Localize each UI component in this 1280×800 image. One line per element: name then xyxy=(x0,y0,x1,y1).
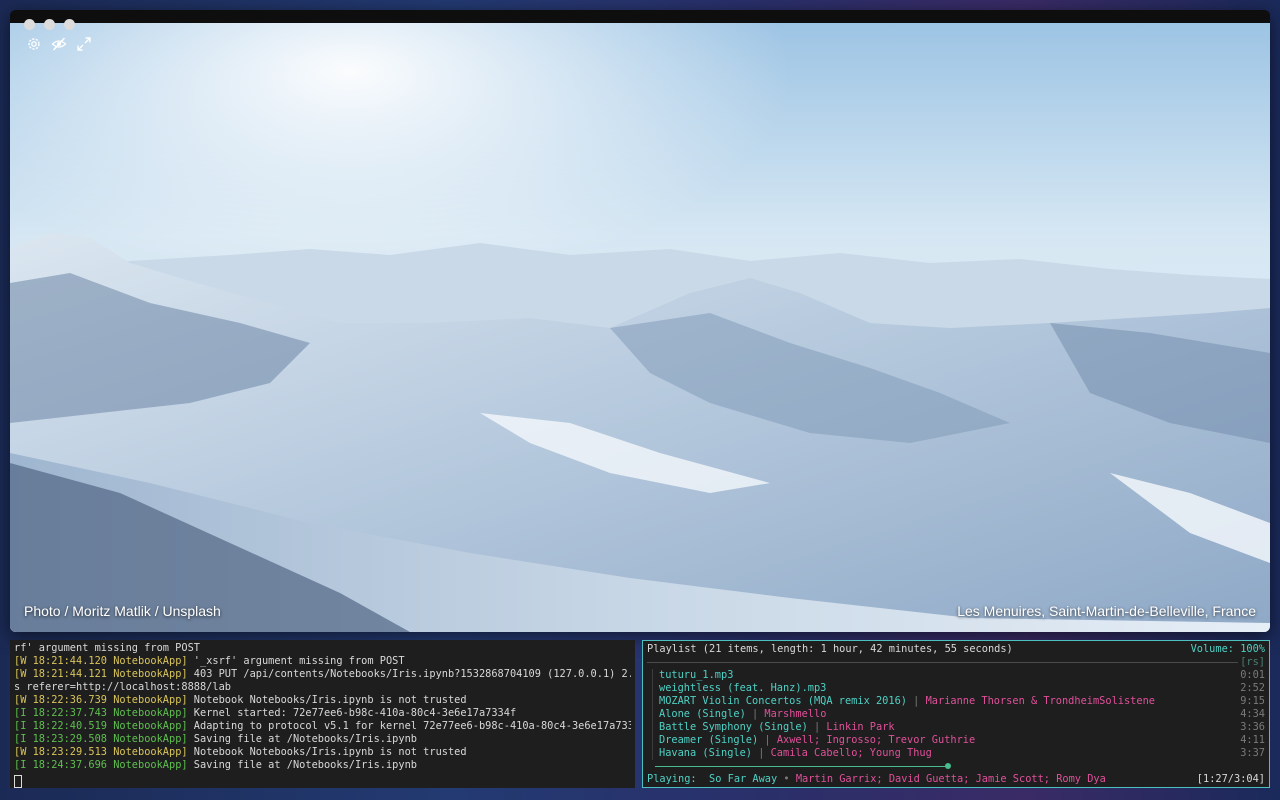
log-line: rf' argument missing from POST xyxy=(14,642,631,655)
track-artist: Linkin Park xyxy=(826,721,895,733)
track-title: Alone (Single) xyxy=(659,708,746,720)
log-message: 403 PUT /api/contents/Notebooks/Iris.ipy… xyxy=(187,668,631,680)
progress-handle[interactable] xyxy=(944,763,951,769)
wallpaper-window: Photo / Moritz Matlik / Unsplash Les Men… xyxy=(10,10,1270,632)
volume-indicator[interactable]: Volume: 100% xyxy=(1191,643,1265,656)
log-level-timestamp: [W 18:22:36.739 xyxy=(14,694,107,706)
terminal-cursor xyxy=(14,772,631,788)
log-message: Saving file at /Notebooks/Iris.ipynb xyxy=(187,733,417,745)
log-level-timestamp: [I 18:22:40.519 xyxy=(14,720,107,732)
log-line: [I 18:24:37.696 NotebookApp] Saving file… xyxy=(14,759,631,772)
playlist-track[interactable]: Alone (Single) | Marshmello 4:34 xyxy=(647,708,1265,721)
playlist-summary: Playlist (21 items, length: 1 hour, 42 m… xyxy=(647,643,1013,655)
log-level-timestamp: [W 18:21:44.120 xyxy=(14,655,107,667)
playlist-header: Playlist (21 items, length: 1 hour, 42 m… xyxy=(647,643,1265,656)
track-duration: 3:37 xyxy=(1240,747,1265,759)
track-duration: 4:34 xyxy=(1240,708,1265,720)
log-output: rf' argument missing from POST [W 18:21:4… xyxy=(14,642,631,772)
expand-icon[interactable] xyxy=(76,36,92,52)
track-title: Battle Symphony (Single) xyxy=(659,721,808,733)
log-line: [W 18:21:44.121 NotebookApp] 403 PUT /ap… xyxy=(14,668,631,681)
gear-icon[interactable] xyxy=(26,36,42,52)
photo-location[interactable]: Les Menuires, Saint-Martin-de-Belleville… xyxy=(957,603,1256,619)
log-message: rf' argument missing from POST xyxy=(14,642,200,654)
music-player-terminal[interactable]: Playlist (21 items, length: 1 hour, 42 m… xyxy=(642,640,1270,788)
jupyter-log-terminal[interactable]: rf' argument missing from POST [W 18:21:4… xyxy=(10,640,635,788)
log-app-name: NotebookApp] xyxy=(107,694,188,706)
playlist-track[interactable]: Dreamer (Single) | Axwell; Ingrosso; Tre… xyxy=(647,734,1265,747)
log-message: Notebook Notebooks/Iris.ipynb is not tru… xyxy=(187,694,467,706)
log-message: '_xsrf' argument missing from POST xyxy=(187,655,405,667)
log-message: Saving file at /Notebooks/Iris.ipynb xyxy=(187,759,417,771)
log-level-timestamp: [W 18:23:29.513 xyxy=(14,746,107,758)
track-title: Havana (Single) xyxy=(659,747,752,759)
track-duration: 9:15 xyxy=(1240,695,1265,707)
log-app-name: NotebookApp] xyxy=(107,720,188,732)
track-title: weightless (feat. Hanz).mp3 xyxy=(659,682,827,694)
playlist-track[interactable]: Havana (Single) | Camila Cabello; Young … xyxy=(647,747,1265,760)
track-artist: Marshmello xyxy=(764,708,827,720)
log-level-timestamp: [I 18:24:37.696 xyxy=(14,759,107,771)
log-line: [I 18:23:29.508 NotebookApp] Saving file… xyxy=(14,733,631,746)
window-close-button[interactable] xyxy=(24,19,35,30)
track-title: MOZART Violin Concertos (MQA remix 2016) xyxy=(659,695,907,707)
playlist-track[interactable]: Battle Symphony (Single) | Linkin Park 3:… xyxy=(647,721,1265,734)
header-divider: [rs] xyxy=(647,656,1265,669)
track-artist: Camila Cabello; Young Thug xyxy=(770,747,932,759)
log-app-name: NotebookApp] xyxy=(107,655,188,667)
track-duration: 0:01 xyxy=(1240,669,1265,681)
elapsed-time: [1:27/3:04] xyxy=(1196,773,1265,785)
log-app-name: NotebookApp] xyxy=(107,707,188,719)
track-duration: 4:11 xyxy=(1240,734,1265,746)
log-line: s referer=http://localhost:8888/lab xyxy=(14,681,631,694)
log-line: [W 18:21:44.120 NotebookApp] '_xsrf' arg… xyxy=(14,655,631,668)
log-message: Notebook Notebooks/Iris.ipynb is not tru… xyxy=(187,746,467,758)
now-playing-label: Playing: xyxy=(647,773,697,785)
playlist-track[interactable]: MOZART Violin Concertos (MQA remix 2016)… xyxy=(647,695,1265,708)
log-message: s referer=http://localhost:8888/lab xyxy=(14,681,231,693)
photo-credit[interactable]: Photo / Moritz Matlik / Unsplash xyxy=(24,603,221,619)
progress-bar[interactable] xyxy=(655,760,1265,773)
log-app-name: NotebookApp] xyxy=(107,668,188,680)
window-titlebar[interactable] xyxy=(10,10,1270,23)
track-duration: 2:52 xyxy=(1240,682,1265,694)
now-playing: Playing: So Far Away • Martin Garrix; Da… xyxy=(647,773,1265,785)
window-zoom-button[interactable] xyxy=(64,19,75,30)
playlist-track[interactable]: tuturu_1.mp3 0:01 xyxy=(647,669,1265,682)
track-artist: Marianne Thorsen & TrondheimSolistene xyxy=(925,695,1155,707)
log-level-timestamp: [W 18:21:44.121 xyxy=(14,668,107,680)
log-app-name: NotebookApp] xyxy=(107,746,188,758)
track-duration: 3:36 xyxy=(1240,721,1265,733)
log-level-timestamp: [I 18:22:37.743 xyxy=(14,707,107,719)
log-line: [I 18:22:40.519 NotebookApp] Adapting to… xyxy=(14,720,631,733)
track-artist: Axwell; Ingrosso; Trevor Guthrie xyxy=(776,734,976,746)
now-playing-artist: Martin Garrix; David Guetta; Jamie Scott… xyxy=(795,773,1106,785)
mountain-photo xyxy=(10,23,1270,632)
eye-slash-icon[interactable] xyxy=(51,36,67,52)
photo-toolbar xyxy=(26,36,92,52)
now-playing-title: So Far Away xyxy=(709,773,778,785)
log-app-name: NotebookApp] xyxy=(107,759,188,771)
progress-fill xyxy=(655,766,948,767)
track-title: Dreamer (Single) xyxy=(659,734,759,746)
log-line: [W 18:23:29.513 NotebookApp] Notebook No… xyxy=(14,746,631,759)
log-level-timestamp: [I 18:23:29.508 xyxy=(14,733,107,745)
track-list: tuturu_1.mp3 0:01 weightless (feat. Hanz).… xyxy=(647,669,1265,760)
track-title: tuturu_1.mp3 xyxy=(659,669,734,681)
log-line: [I 18:22:37.743 NotebookApp] Kernel star… xyxy=(14,707,631,720)
log-line: [W 18:22:36.739 NotebookApp] Notebook No… xyxy=(14,694,631,707)
log-message: Adapting to protocol v5.1 for kernel 72e… xyxy=(187,720,631,732)
window-minimize-button[interactable] xyxy=(44,19,55,30)
log-message: Kernel started: 72e77ee6-b98c-410a-80c4-… xyxy=(187,707,517,719)
log-app-name: NotebookApp] xyxy=(107,733,188,745)
playlist-track[interactable]: weightless (feat. Hanz).mp3 2:52 xyxy=(647,682,1265,695)
mode-flags: [rs] xyxy=(1240,656,1265,668)
